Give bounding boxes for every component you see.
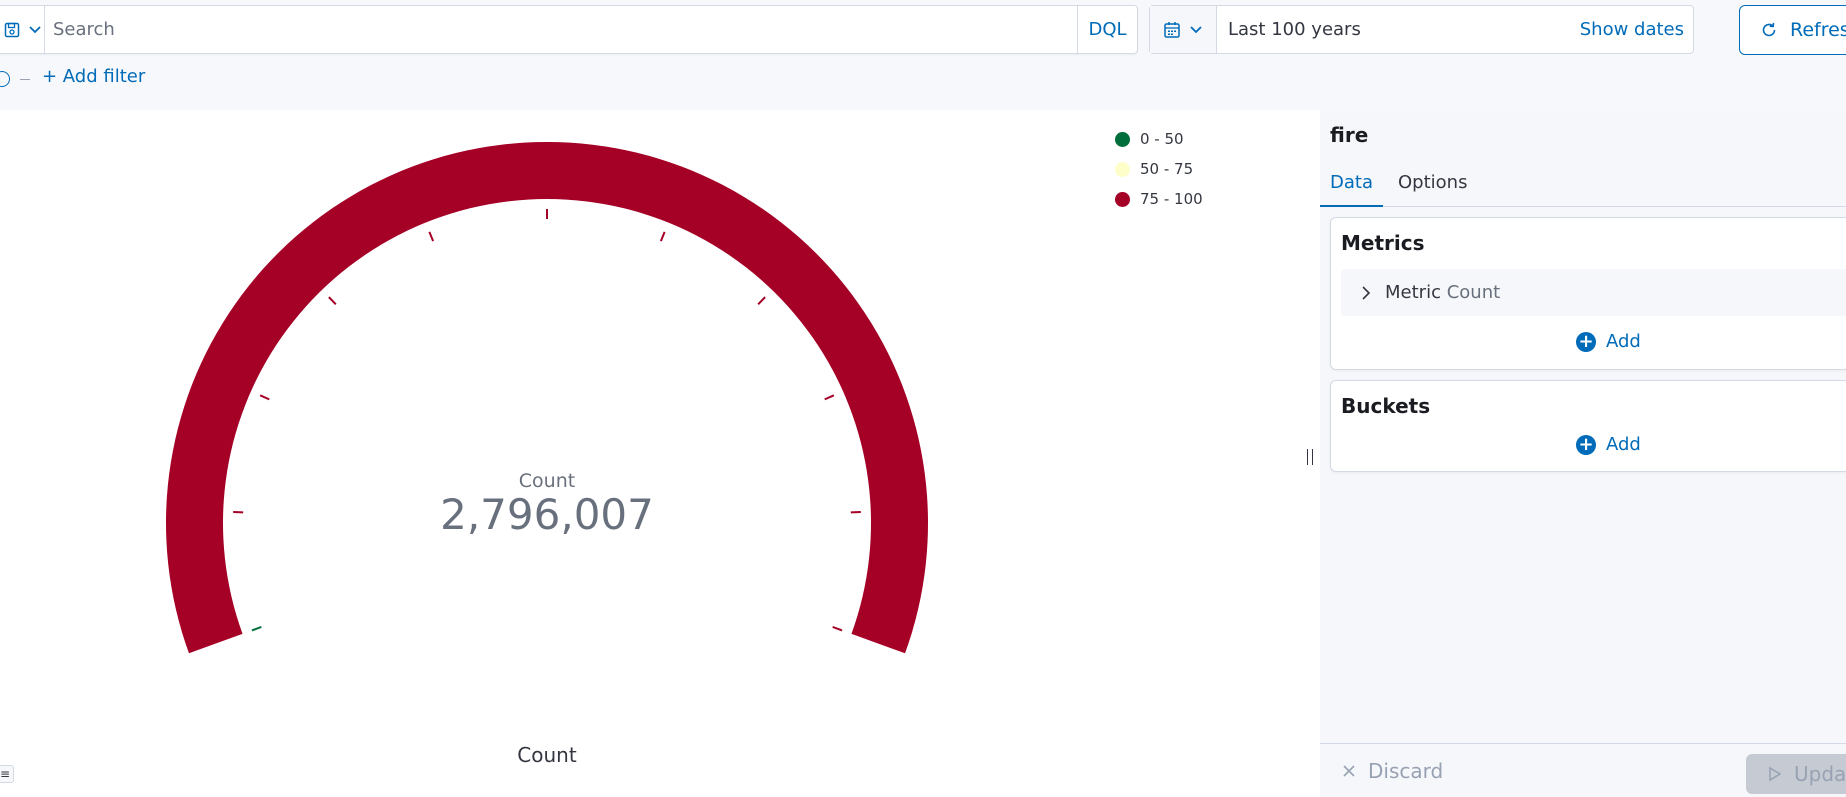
saved-queries-button[interactable] bbox=[1, 6, 45, 53]
legend-swatch bbox=[1115, 131, 1130, 147]
quick-select-button[interactable] bbox=[1150, 6, 1217, 53]
metric-item[interactable]: Metric Count bbox=[1341, 269, 1846, 316]
legend-swatch bbox=[1115, 191, 1130, 207]
plus-circle-icon: + bbox=[1576, 434, 1596, 455]
discard-label: Discard bbox=[1368, 759, 1444, 783]
buckets-title: Buckets bbox=[1341, 394, 1431, 418]
legend-swatch bbox=[1115, 161, 1130, 177]
update-button[interactable]: Update bbox=[1746, 754, 1846, 794]
gauge-tick bbox=[259, 394, 270, 401]
legend: 0 - 50 50 - 75 75 - 100 bbox=[1115, 124, 1203, 214]
plus-circle-icon: + bbox=[1576, 331, 1596, 352]
refresh-icon bbox=[1762, 22, 1776, 37]
buckets-panel: Buckets + Add bbox=[1330, 380, 1846, 472]
gauge-tick bbox=[824, 394, 835, 401]
query-box: DQL bbox=[0, 5, 1138, 54]
play-icon bbox=[1769, 766, 1782, 782]
legend-item[interactable]: 75 - 100 bbox=[1115, 184, 1203, 214]
sidebar-footer: Discard Update bbox=[1320, 743, 1846, 797]
discard-button[interactable]: Discard bbox=[1342, 754, 1443, 788]
tab-options[interactable]: Options bbox=[1388, 170, 1477, 207]
calendar-icon bbox=[1164, 21, 1180, 38]
metric-name-label: Count bbox=[1446, 282, 1501, 303]
add-metric-button[interactable]: + Add bbox=[1576, 331, 1641, 352]
legend-item[interactable]: 50 - 75 bbox=[1115, 154, 1203, 184]
gauge-tick bbox=[659, 231, 666, 242]
metric-kind-label: Metric bbox=[1385, 282, 1441, 303]
metrics-title: Metrics bbox=[1341, 231, 1425, 255]
date-picker: Last 100 years Show dates bbox=[1149, 5, 1694, 54]
chevron-right-icon[interactable] bbox=[1361, 285, 1371, 301]
editor-sidebar: fire Data Options Metrics Metric Count +… bbox=[1320, 110, 1846, 797]
save-icon bbox=[4, 22, 19, 37]
inspect-list-icon[interactable]: ≡ bbox=[0, 765, 14, 783]
gauge-chart bbox=[165, 141, 928, 654]
legend-label: 75 - 100 bbox=[1140, 190, 1203, 208]
refresh-button[interactable]: Refresh bbox=[1739, 5, 1846, 55]
top-query-bar: DQL Last 100 years Show dates bbox=[0, 0, 1846, 60]
gauge-tick bbox=[832, 626, 843, 632]
chevron-down-icon bbox=[28, 25, 41, 33]
legend-label: 0 - 50 bbox=[1140, 130, 1184, 148]
date-range-label[interactable]: Last 100 years bbox=[1228, 6, 1361, 53]
tab-data[interactable]: Data bbox=[1320, 170, 1383, 207]
gauge-metric-value: 2,796,007 bbox=[440, 490, 654, 539]
gauge-tick bbox=[757, 296, 766, 306]
gauge-axis-label: Count bbox=[517, 743, 577, 767]
gauge-tick bbox=[428, 231, 435, 242]
legend-item[interactable]: 0 - 50 bbox=[1115, 124, 1203, 154]
filter-divider bbox=[20, 79, 30, 80]
add-bucket-button[interactable]: + Add bbox=[1576, 434, 1641, 455]
index-pattern-title: fire bbox=[1330, 123, 1369, 147]
gauge-metric-label: Count bbox=[518, 470, 576, 492]
refresh-label: Refresh bbox=[1790, 19, 1846, 41]
search-input[interactable] bbox=[53, 6, 1053, 53]
legend-label: 50 - 75 bbox=[1140, 160, 1194, 178]
sidebar-tabs: Data Options bbox=[1320, 170, 1846, 207]
filter-bar bbox=[0, 60, 1300, 100]
add-metric-label: Add bbox=[1606, 331, 1641, 352]
update-label: Update bbox=[1794, 762, 1846, 786]
visualization-panel: 0 - 50 50 - 75 75 - 100 Count 2,796,007 … bbox=[0, 110, 1302, 797]
add-bucket-label: Add bbox=[1606, 434, 1641, 455]
add-filter-button[interactable]: + Add filter bbox=[42, 66, 145, 87]
close-icon bbox=[1343, 765, 1355, 777]
show-dates-link[interactable]: Show dates bbox=[1580, 6, 1684, 53]
query-language-button[interactable]: DQL bbox=[1077, 6, 1137, 53]
chevron-down-icon bbox=[1190, 25, 1202, 33]
resize-handle-icon[interactable] bbox=[1307, 449, 1313, 465]
gauge-tick bbox=[328, 296, 337, 306]
gauge-tick bbox=[251, 626, 262, 632]
metrics-panel: Metrics Metric Count + Add bbox=[1330, 217, 1846, 370]
